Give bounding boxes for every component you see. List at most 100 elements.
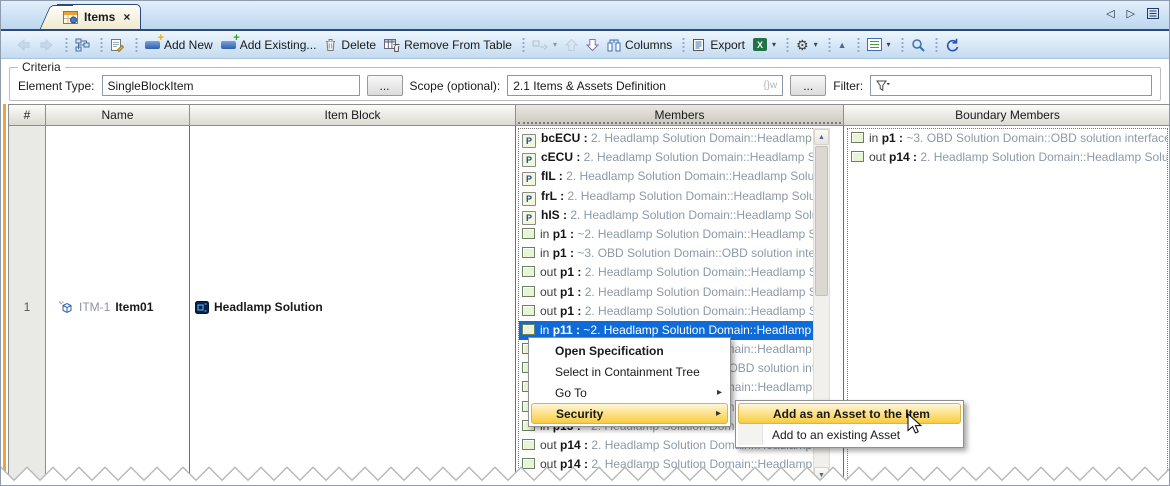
add-new-icon	[145, 41, 160, 49]
tab-items[interactable]: Items ×	[57, 4, 141, 29]
member-row[interactable]: PfrL : 2. Headlamp Solution Domain::Head…	[519, 187, 814, 206]
scope-field[interactable]: 2.1 Items & Assets Definition{}w	[507, 75, 783, 96]
member-row[interactable]: in p1 : ~3. OBD Solution Domain::OBD sol…	[519, 244, 814, 263]
submenu-arrow-icon: ▸	[716, 408, 721, 419]
criteria-panel: Criteria Element Type: SingleBlockItem .…	[1, 59, 1169, 103]
header-name-label: Name	[101, 108, 133, 122]
header-members[interactable]: Members	[516, 104, 844, 126]
move-up-button[interactable]	[562, 36, 581, 54]
tab-close-icon[interactable]: ×	[123, 10, 130, 24]
options-button[interactable]: ⚙▾	[793, 36, 821, 54]
menu-item-select-in-containment-tree[interactable]: Select in Containment Tree	[531, 361, 728, 382]
view-mode-button[interactable]: ▾	[864, 36, 894, 53]
options-dropdown-icon: ▾	[814, 40, 818, 49]
submenu-arrow-icon: ▸	[717, 387, 722, 398]
scroll-up-button[interactable]: ▲	[814, 129, 829, 145]
add-existing-button[interactable]: Add Existing...	[218, 36, 320, 54]
toolbar-group-tree	[63, 34, 98, 56]
tab-bar: Items × ◁ ▷	[1, 1, 1169, 31]
collapse-criteria-button[interactable]: ▲	[835, 38, 850, 52]
toolbar-group-search	[899, 34, 933, 56]
port-icon	[522, 305, 535, 316]
block-icon	[195, 301, 209, 314]
up-arrow-icon	[565, 38, 578, 52]
search-button[interactable]	[908, 36, 928, 54]
scrollbar-thumb[interactable]	[815, 146, 828, 296]
header-number-label: #	[24, 108, 31, 122]
member-row[interactable]: PbcECU : 2. Headlamp Solution Domain::He…	[519, 129, 814, 148]
element-type-value: SingleBlockItem	[108, 79, 194, 93]
toolbar-group-options: ⚙▾	[784, 34, 826, 56]
part-property-icon: P	[522, 172, 536, 186]
member-row[interactable]: in p1 : ~2. Headlamp Solution Domain::He…	[519, 225, 814, 244]
header-name[interactable]: Name	[46, 104, 190, 126]
refresh-button[interactable]	[942, 36, 962, 54]
member-row[interactable]: PcECU : 2. Headlamp Solution Domain::Hea…	[519, 148, 814, 167]
port-icon	[522, 439, 535, 450]
member-row[interactable]: in p1 : ~3. OBD Solution Domain::OBD sol…	[848, 129, 1167, 148]
left-accent-bar	[3, 104, 6, 484]
header-item-block[interactable]: Item Block	[190, 104, 516, 126]
header-number[interactable]: #	[8, 104, 46, 126]
port-icon	[522, 286, 535, 297]
port-icon	[522, 324, 535, 335]
tab-title: Items	[84, 10, 115, 24]
member-row[interactable]: out p1 : 2. Headlamp Solution Domain::He…	[519, 302, 814, 321]
excel-icon: X	[753, 38, 767, 51]
tab-nav-controls: ◁ ▷	[1106, 7, 1159, 20]
item-cube-icon	[58, 300, 74, 315]
gear-icon: ⚙	[796, 38, 809, 52]
forward-button[interactable]	[36, 37, 58, 53]
scope-browse-button[interactable]: ...	[790, 75, 826, 96]
scroll-up-icon: ▲	[818, 134, 825, 141]
delete-button[interactable]: Delete	[321, 36, 379, 54]
scope-expression-icon: {}w	[763, 80, 777, 91]
remove-from-table-label: Remove From Table	[404, 38, 512, 52]
member-row[interactable]: out p1 : 2. Headlamp Solution Domain::He…	[519, 283, 814, 302]
add-new-button[interactable]: Add New	[142, 36, 216, 54]
row-number-cell[interactable]: 1	[8, 126, 46, 486]
menu-item-add-as-an-asset-to-the-item[interactable]: Add as an Asset to the Item	[738, 403, 961, 424]
menu-item-go-to[interactable]: Go To▸	[531, 382, 728, 403]
port-icon	[522, 458, 535, 469]
tab-list-menu-icon[interactable]	[1147, 8, 1159, 19]
member-row[interactable]: out p14 : 2. Headlamp Solution Domain::H…	[519, 455, 814, 474]
scroll-down-button[interactable]: ▼	[814, 467, 829, 483]
open-specification-button[interactable]	[107, 36, 128, 54]
nest-rows-button[interactable]: ▾	[529, 37, 560, 53]
scroll-down-icon: ▼	[818, 472, 825, 479]
toolbar-group-edit: Add New Add Existing... Delete Remove Fr…	[133, 34, 520, 56]
select-in-tree-button[interactable]	[72, 36, 93, 54]
tab-nav-back-icon[interactable]: ◁	[1106, 7, 1114, 20]
menu-item-open-specification[interactable]: Open Specification	[531, 340, 728, 361]
header-boundary-members[interactable]: Boundary Members	[844, 104, 1169, 126]
move-down-button[interactable]	[583, 36, 602, 54]
tab-nav-forward-icon[interactable]: ▷	[1127, 7, 1135, 20]
nest-rows-icon	[532, 39, 548, 51]
security-submenu: Add as an Asset to the ItemAdd to an exi…	[735, 400, 964, 448]
export-button[interactable]: Export	[689, 36, 748, 54]
member-row[interactable]: out p1 : 2. Headlamp Solution Domain::He…	[519, 263, 814, 282]
criteria-legend: Criteria	[18, 60, 65, 74]
menu-item-add-to-an-existing-asset[interactable]: Add to an existing Asset	[738, 424, 961, 445]
member-row[interactable]: PhIS : 2. Headlamp Solution Domain::Head…	[519, 206, 814, 225]
item-block-cell[interactable]: Headlamp Solution	[190, 126, 516, 486]
port-icon	[851, 132, 864, 143]
toolbar-group-spec	[98, 34, 133, 56]
element-type-browse-button[interactable]: ...	[367, 75, 403, 96]
remove-from-table-button[interactable]: Remove From Table	[381, 36, 515, 54]
member-row[interactable]: out p14 : 2. Headlamp Solution Domain::H…	[848, 148, 1167, 167]
collapse-icon: ▲	[838, 40, 847, 50]
filter-field[interactable]	[870, 75, 1152, 96]
back-button[interactable]	[12, 37, 34, 53]
member-row[interactable]: PfIL : 2. Headlamp Solution Domain::Head…	[519, 167, 814, 186]
document-edit-icon	[110, 38, 125, 52]
part-property-icon: P	[522, 192, 536, 206]
excel-export-button[interactable]: X▾	[750, 36, 779, 53]
name-cell[interactable]: ITM-1 Item01	[46, 126, 190, 486]
menu-item-security[interactable]: Security▸	[531, 403, 728, 424]
columns-button[interactable]: Columns	[604, 36, 675, 54]
element-type-field[interactable]: SingleBlockItem	[102, 75, 360, 96]
context-menu: Open SpecificationSelect in Containment …	[528, 337, 731, 427]
refresh-icon	[945, 38, 959, 52]
